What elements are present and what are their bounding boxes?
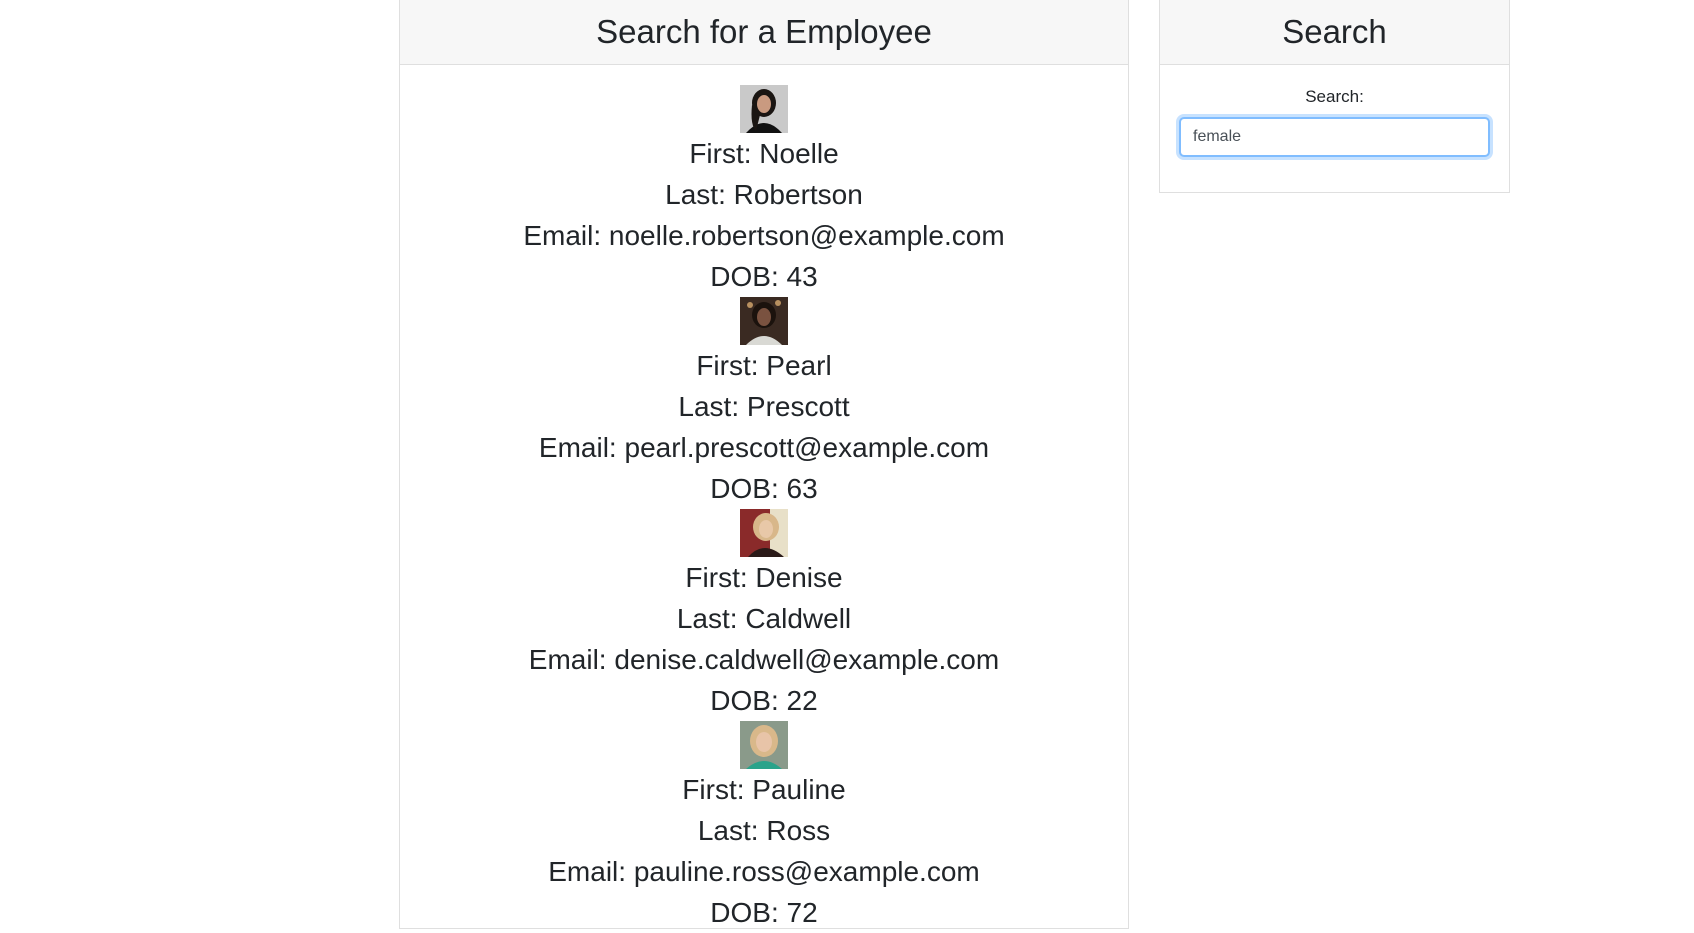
page-title: Search for a Employee xyxy=(400,0,1128,65)
employee-photo xyxy=(740,721,788,769)
employee-dob: DOB: 63 xyxy=(710,473,818,504)
search-form: Search: xyxy=(1160,65,1509,157)
search-input[interactable] xyxy=(1179,117,1490,157)
employee-photo xyxy=(740,509,788,557)
employee-first-name: First: Denise xyxy=(685,562,843,593)
employee-item: First: Denise Last: Caldwell Email: deni… xyxy=(400,509,1128,721)
employee-email: Email: pearl.prescott@example.com xyxy=(538,432,990,463)
employee-email: Email: pauline.ross@example.com xyxy=(548,856,980,887)
employee-photo xyxy=(740,85,788,133)
search-card: Search Search: xyxy=(1159,0,1510,193)
employee-list: First: Noelle Last: Robertson Email: noe… xyxy=(400,65,1128,933)
employee-item: First: Noelle Last: Robertson Email: noe… xyxy=(400,85,1128,297)
employee-first-name: First: Pauline xyxy=(682,774,846,805)
employee-item: First: Pearl Last: Prescott Email: pearl… xyxy=(400,297,1128,509)
search-card-title: Search xyxy=(1160,0,1509,65)
employee-item: First: Pauline Last: Ross Email: pauline… xyxy=(400,721,1128,933)
employee-last-name: Last: Prescott xyxy=(678,391,850,422)
employee-email: Email: denise.caldwell@example.com xyxy=(528,644,1000,675)
employee-last-name: Last: Caldwell xyxy=(676,603,852,634)
employee-photo xyxy=(740,297,788,345)
search-label: Search: xyxy=(1305,87,1364,106)
employee-first-name: First: Pearl xyxy=(696,350,832,381)
employee-dob: DOB: 72 xyxy=(710,897,818,928)
employee-last-name: Last: Ross xyxy=(697,815,831,846)
employee-last-name: Last: Robertson xyxy=(665,179,863,210)
employee-dob: DOB: 22 xyxy=(710,685,818,716)
employee-dob: DOB: 43 xyxy=(710,261,818,292)
employee-first-name: First: Noelle xyxy=(689,138,839,169)
employee-results-card: Search for a Employee First: Noelle Last… xyxy=(399,0,1129,929)
employee-email: Email: noelle.robertson@example.com xyxy=(523,220,1005,251)
